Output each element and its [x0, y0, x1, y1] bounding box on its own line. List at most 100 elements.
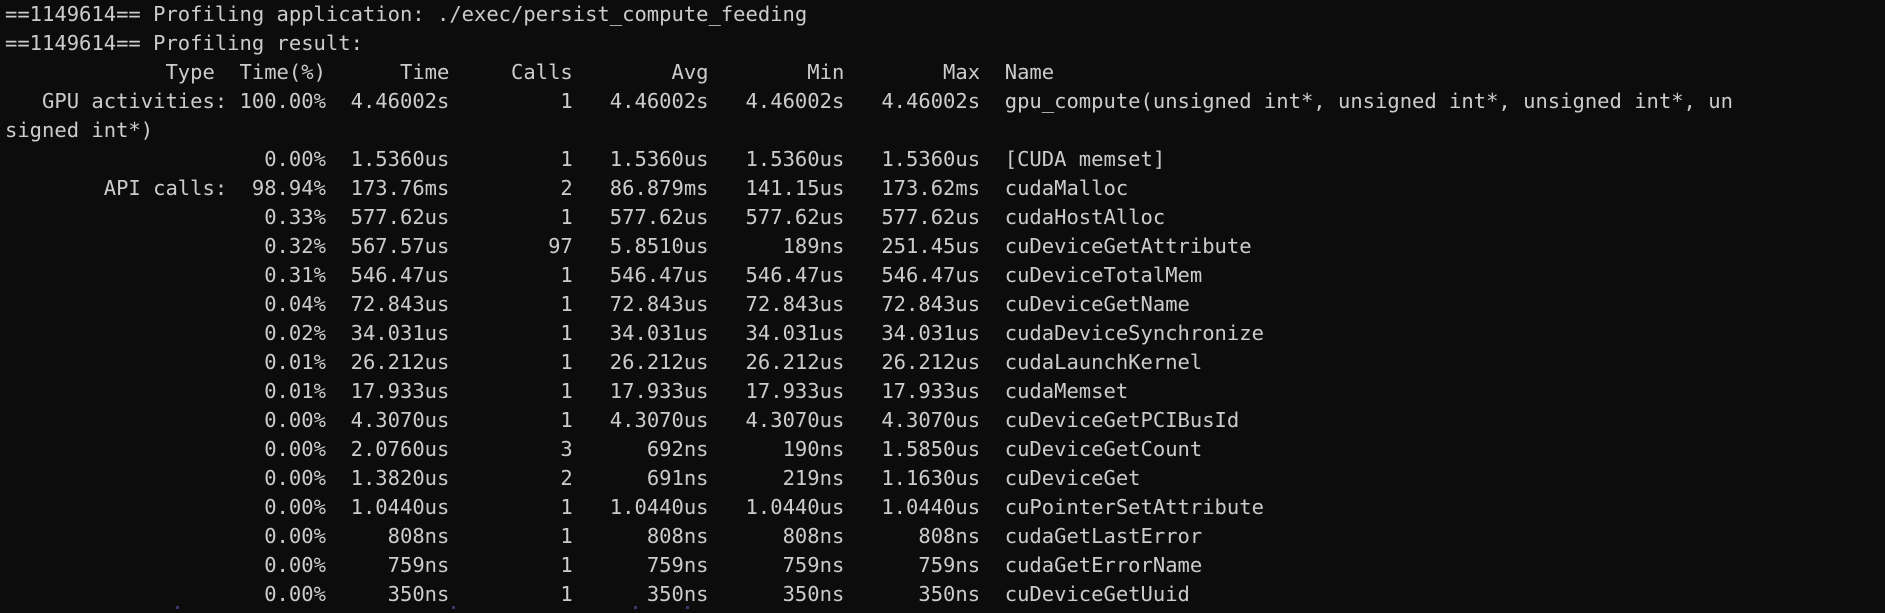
col-header-calls: Calls — [449, 60, 573, 84]
cell-time: 173.76ms — [325, 176, 450, 200]
cell-time-pct: 0.33% — [227, 205, 326, 229]
row-type-label: API calls: — [5, 176, 228, 200]
cell-calls: 97 — [449, 234, 573, 258]
cell-name: cuDeviceGetCount — [980, 437, 1203, 461]
cell-time-pct: 0.02% — [227, 321, 326, 345]
cell-name: cuDeviceGetAttribute — [980, 234, 1252, 258]
cell-avg: 5.8510us — [572, 234, 709, 258]
row-type-label — [5, 379, 227, 403]
cell-min: 546.47us — [708, 263, 845, 287]
cell-calls: 1 — [449, 321, 573, 345]
cell-calls: 1 — [449, 495, 573, 519]
row-type-label — [5, 263, 227, 287]
cell-time-pct: 100.00% — [227, 89, 326, 113]
cell-max: 17.933us — [844, 379, 981, 403]
row-type-label — [5, 147, 227, 171]
terminal-window[interactable]: ==1149614== Profiling application: ./exe… — [0, 0, 1885, 613]
cell-min: 189ns — [708, 234, 845, 258]
cell-min: 1.0440us — [708, 495, 845, 519]
cell-time-pct: 0.31% — [227, 263, 326, 287]
api-call-row: 0.01% 26.212us 1 26.212us 26.212us 26.21… — [5, 348, 1885, 377]
cell-time-pct: 0.00% — [227, 437, 326, 461]
cell-calls: 1 — [449, 263, 573, 287]
api-call-row: API calls: 98.94% 173.76ms 2 86.879ms 14… — [5, 174, 1885, 203]
cell-avg: 1.0440us — [572, 495, 709, 519]
cell-calls: 1 — [449, 147, 573, 171]
col-header-min: Min — [708, 60, 845, 84]
api-call-row: 0.00% 1.0440us 1 1.0440us 1.0440us 1.044… — [5, 493, 1885, 522]
api-call-row: 0.31% 546.47us 1 546.47us 546.47us 546.4… — [5, 261, 1885, 290]
cell-name: cudaLaunchKernel — [980, 350, 1203, 374]
glyph-fragment — [452, 606, 455, 609]
cell-name: cudaMalloc — [980, 176, 1129, 200]
cell-time: 1.0440us — [325, 495, 450, 519]
wrapped-name-continuation: signed int*) — [5, 118, 154, 142]
cell-avg: 26.212us — [572, 350, 709, 374]
row-type-label — [5, 466, 227, 490]
cell-max: 26.212us — [844, 350, 981, 374]
cell-calls: 2 — [449, 466, 573, 490]
cell-calls: 1 — [449, 582, 573, 606]
api-call-row: 0.00% 1.3820us 2 691ns 219ns 1.1630us cu… — [5, 464, 1885, 493]
cell-max: 1.5360us — [844, 147, 981, 171]
col-header-max: Max — [844, 60, 981, 84]
row-type-label — [5, 234, 227, 258]
cell-time-pct: 0.00% — [227, 524, 326, 548]
cell-avg: 692ns — [572, 437, 709, 461]
cell-calls: 1 — [449, 89, 573, 113]
cell-calls: 3 — [449, 437, 573, 461]
cell-avg: 17.933us — [572, 379, 709, 403]
api-call-row: 0.00% 2.0760us 3 692ns 190ns 1.5850us cu… — [5, 435, 1885, 464]
cell-time: 1.3820us — [325, 466, 450, 490]
api-call-row: 0.04% 72.843us 1 72.843us 72.843us 72.84… — [5, 290, 1885, 319]
cell-time: 808ns — [325, 524, 450, 548]
cell-time-pct: 0.04% — [227, 292, 326, 316]
cell-time: 4.3070us — [325, 408, 450, 432]
cell-time: 546.47us — [325, 263, 450, 287]
cell-avg: 34.031us — [572, 321, 709, 345]
glyph-fragment — [686, 606, 689, 609]
row-type-label — [5, 408, 227, 432]
row-type-label — [5, 495, 227, 519]
cell-avg: 1.5360us — [572, 147, 709, 171]
cell-name: cuDeviceGetPCIBusId — [980, 408, 1240, 432]
cell-time: 350ns — [325, 582, 450, 606]
cell-avg: 86.879ms — [572, 176, 709, 200]
cell-avg: 691ns — [572, 466, 709, 490]
cell-time-pct: 0.00% — [227, 553, 326, 577]
cell-time-pct: 0.00% — [227, 147, 326, 171]
cell-min: 34.031us — [708, 321, 845, 345]
cell-time-pct: 0.00% — [227, 582, 326, 606]
col-header-time-pct: Time(%) — [214, 60, 326, 84]
gpu-activity-row: GPU activities: 100.00% 4.46002s 1 4.460… — [5, 87, 1885, 116]
cell-max: 1.1630us — [844, 466, 981, 490]
api-call-row: 0.00% 808ns 1 808ns 808ns 808ns cudaGetL… — [5, 522, 1885, 551]
cell-max: 173.62ms — [844, 176, 981, 200]
cell-min: 141.15us — [708, 176, 845, 200]
cell-calls: 1 — [449, 379, 573, 403]
cell-calls: 1 — [449, 553, 573, 577]
row-type-label — [5, 437, 227, 461]
cell-time-pct: 0.01% — [227, 350, 326, 374]
cell-calls: 1 — [449, 524, 573, 548]
cell-name: cudaHostAlloc — [980, 205, 1166, 229]
cell-time-pct: 0.00% — [227, 466, 326, 490]
header-line-application: ==1149614== Profiling application: ./exe… — [5, 2, 808, 26]
api-call-row: 0.00% 4.3070us 1 4.3070us 4.3070us 4.307… — [5, 406, 1885, 435]
cell-max: 4.3070us — [844, 408, 981, 432]
api-call-row: 0.02% 34.031us 1 34.031us 34.031us 34.03… — [5, 319, 1885, 348]
row-type-label: GPU activities: — [5, 89, 228, 113]
gpu-activity-row-wrap: signed int*) — [5, 116, 1885, 145]
api-call-row: 0.33% 577.62us 1 577.62us 577.62us 577.6… — [5, 203, 1885, 232]
cell-max: 350ns — [844, 582, 981, 606]
cell-min: 577.62us — [708, 205, 845, 229]
cell-calls: 1 — [449, 408, 573, 432]
col-header-avg: Avg — [572, 60, 709, 84]
cell-avg: 808ns — [572, 524, 709, 548]
cell-max: 4.46002s — [844, 89, 981, 113]
cell-max: 577.62us — [844, 205, 981, 229]
cell-time-pct: 0.32% — [227, 234, 326, 258]
cell-name: cudaGetLastError — [980, 524, 1203, 548]
cell-max: 34.031us — [844, 321, 981, 345]
cell-max: 251.45us — [844, 234, 981, 258]
